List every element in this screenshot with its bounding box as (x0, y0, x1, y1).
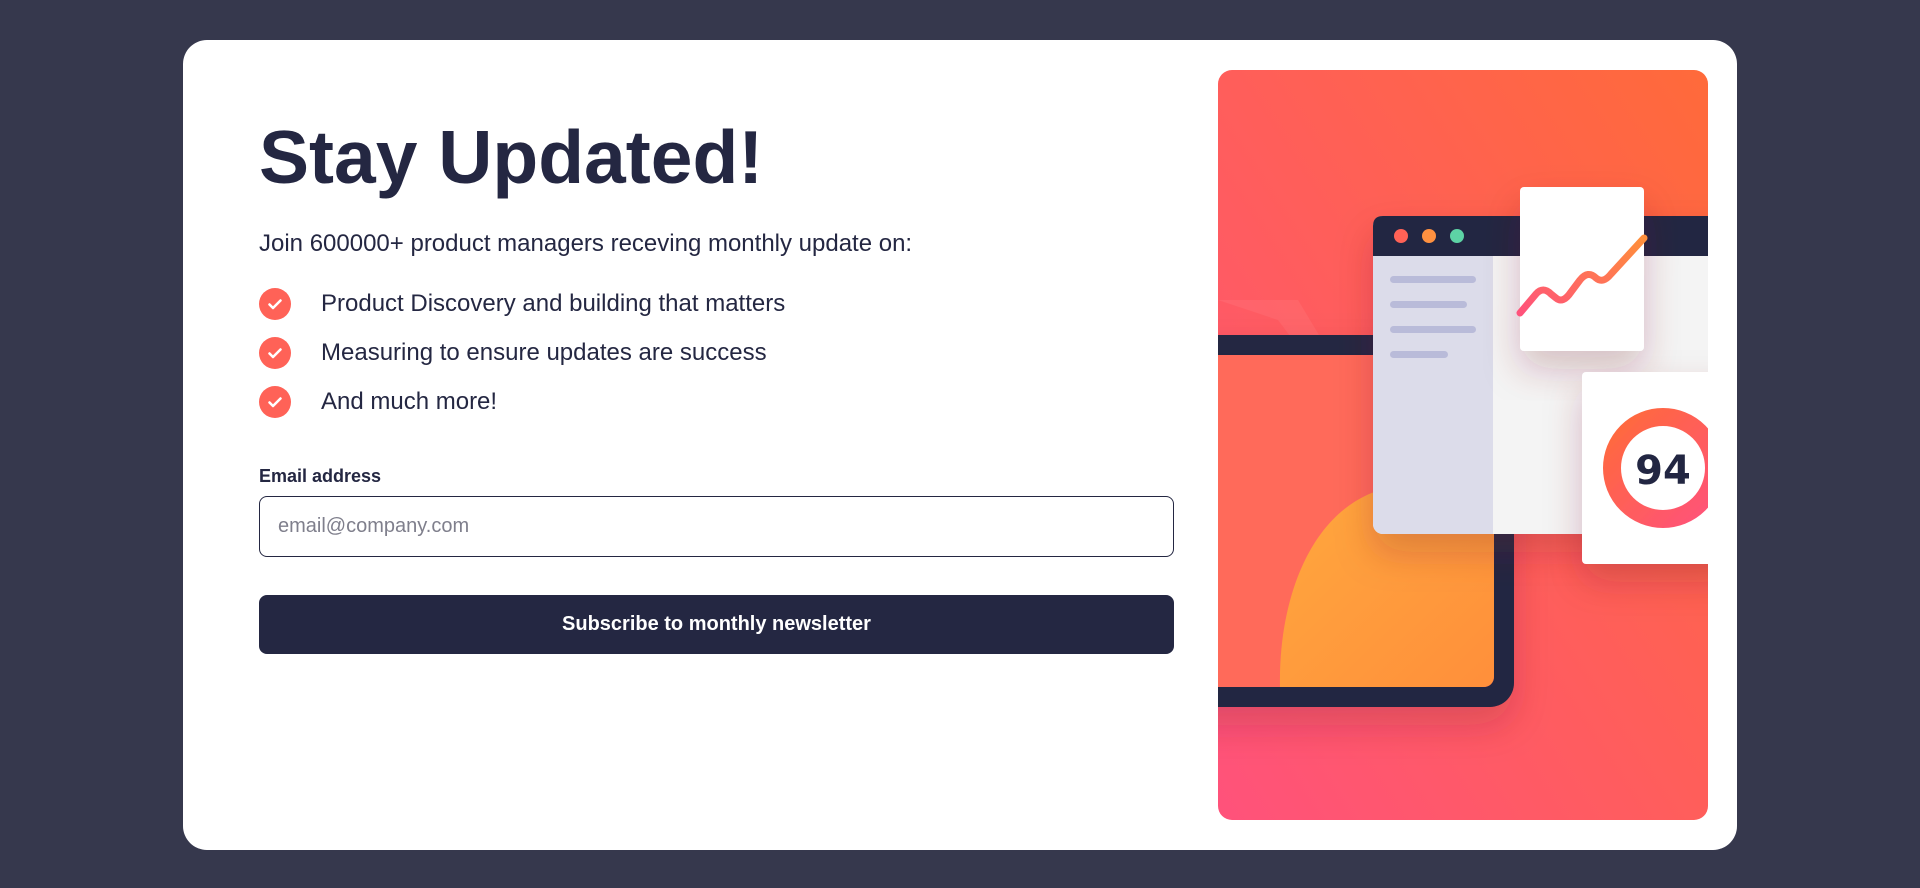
feature-text: Measuring to ensure updates are success (321, 339, 767, 366)
newsletter-card: Stay Updated! Join 600000+ product manag… (183, 40, 1737, 850)
subscribe-button[interactable]: Subscribe to monthly newsletter (259, 595, 1174, 654)
feature-list: Product Discovery and building that matt… (259, 288, 785, 435)
check-circle-icon (259, 288, 291, 320)
intro-text: Join 600000+ product managers receving m… (259, 230, 913, 257)
feature-text: Product Discovery and building that matt… (321, 290, 786, 317)
feature-item: And much more! (259, 386, 785, 418)
email-label: Email address (259, 466, 382, 486)
feature-text: And much more! (321, 388, 498, 415)
trend-chart-card (1516, 187, 1648, 351)
score-card: 94 (1582, 372, 1708, 564)
feature-item: Product Discovery and building that matt… (259, 288, 785, 320)
score-value: 94 (1635, 448, 1691, 494)
dashboard-illustration: 94 (1218, 70, 1708, 820)
feature-item: Measuring to ensure updates are success (259, 337, 785, 369)
email-field[interactable] (259, 496, 1174, 557)
check-circle-icon (259, 337, 291, 369)
check-circle-icon (259, 386, 291, 418)
page-title: Stay Updated! (259, 115, 764, 199)
